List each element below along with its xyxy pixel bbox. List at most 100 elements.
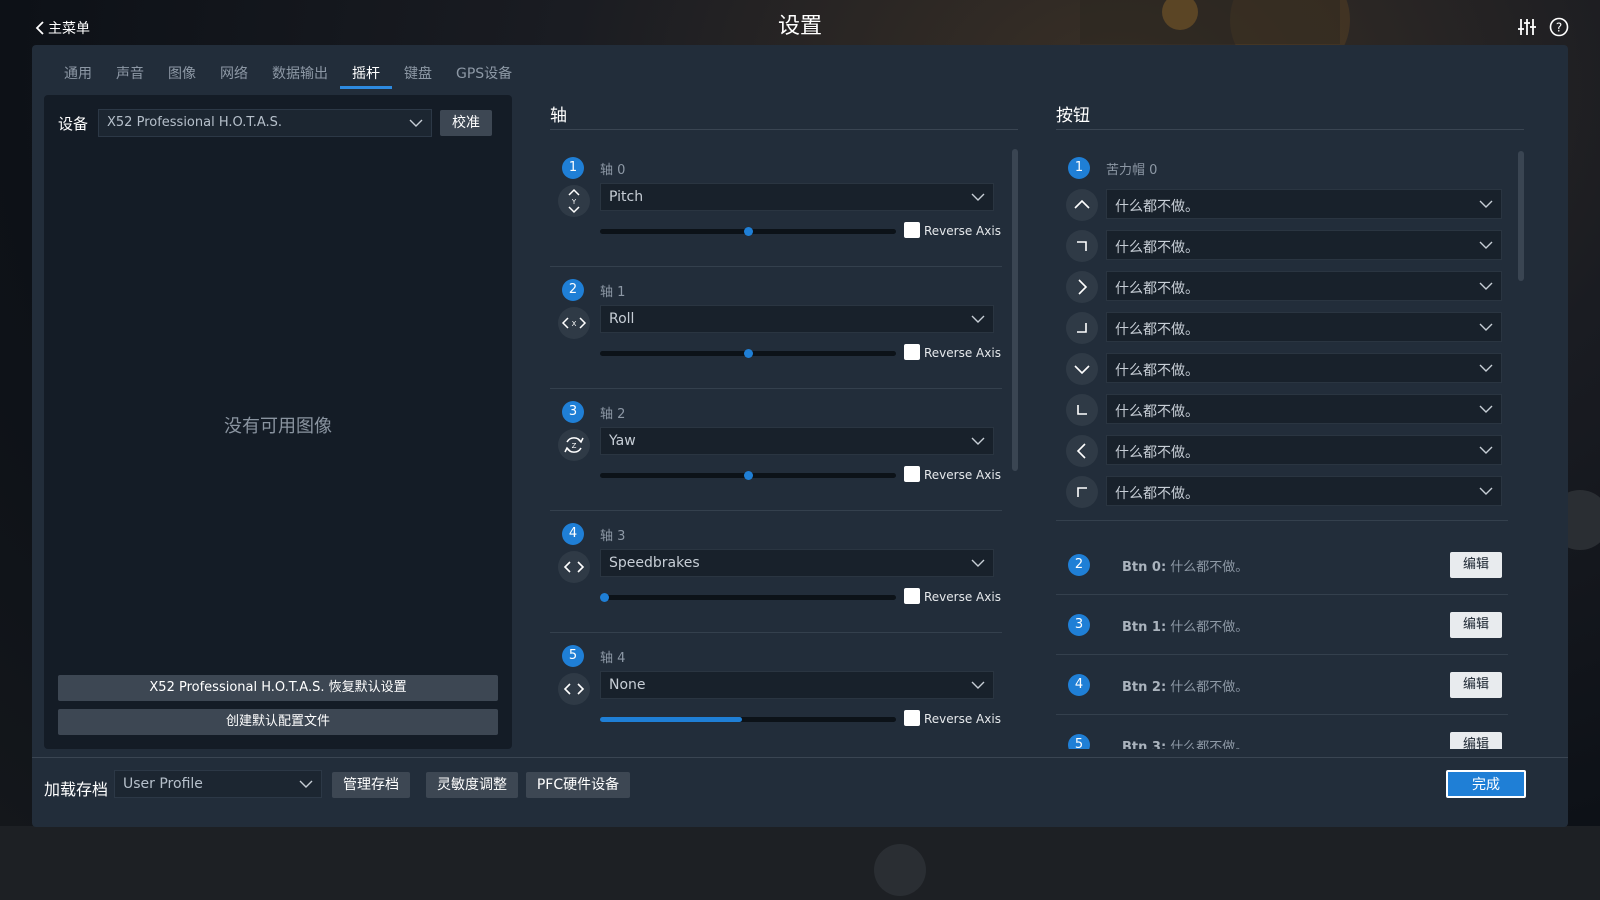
axis-position-fill: [600, 717, 742, 722]
tab-general[interactable]: 通用: [52, 57, 104, 87]
button-mapping-text: Btn 0: 什么都不做。: [1122, 556, 1248, 575]
hat-action-select[interactable]: 什么都不做。: [1106, 353, 1502, 383]
axis-scrollbar[interactable]: [1012, 149, 1018, 471]
axis-position-indicator: [600, 593, 609, 602]
hat-action-value: 什么都不做。: [1115, 363, 1199, 379]
pfc-hardware-button[interactable]: PFC硬件设备: [526, 772, 630, 798]
hat-action-select[interactable]: 什么都不做。: [1106, 312, 1502, 342]
profile-select[interactable]: User Profile: [114, 770, 322, 798]
hat-action-value: 什么都不做。: [1115, 281, 1199, 297]
tab-gps-device[interactable]: GPS设备: [444, 57, 524, 87]
chevron-down-icon: [1479, 487, 1493, 495]
button-action: 什么都不做。: [1170, 680, 1249, 695]
chevron-down-icon: [1479, 446, 1493, 454]
button-mapping-row: 2 Btn 0: 什么都不做。 编辑: [1056, 535, 1508, 595]
reverse-axis-checkbox[interactable]: [904, 466, 920, 482]
tab-network[interactable]: 网络: [208, 57, 260, 87]
sensitivity-button[interactable]: 灵敏度调整: [426, 772, 518, 798]
hat-action-select[interactable]: 什么都不做。: [1106, 230, 1502, 260]
hat-switch-group: 1 苦力帽 0 什么都不做。 什么都不做。 什么都不做。 什么都不做。 什么都不…: [1056, 145, 1508, 521]
axis-assignment-select[interactable]: None: [600, 671, 994, 699]
create-default-profile-button[interactable]: 创建默认配置文件: [58, 709, 498, 735]
edit-button[interactable]: 编辑: [1450, 552, 1502, 578]
reverse-axis-checkbox[interactable]: [904, 222, 920, 238]
hat-downright-icon: [1066, 312, 1098, 344]
hat-direction-row: 什么都不做。: [1056, 353, 1508, 385]
edit-button[interactable]: 编辑: [1450, 672, 1502, 698]
done-button[interactable]: 完成: [1446, 770, 1526, 798]
button-mapping-row: 5 Btn 3: 什么都不做。 编辑: [1056, 715, 1508, 749]
axis-assignment-select[interactable]: Roll: [600, 305, 994, 333]
axis-item: 2 轴 1 X Roll Reverse Axis: [550, 267, 1002, 389]
settings-panel: 通用 声音 图像 网络 数据输出 摇杆 键盘 GPS设备 设备 X52 Prof…: [32, 45, 1568, 827]
button-action: 什么都不做。: [1170, 740, 1249, 749]
hat-direction-row: 什么都不做。: [1056, 394, 1508, 426]
tab-graphics[interactable]: 图像: [156, 57, 208, 87]
chevron-down-icon: [1479, 364, 1493, 372]
tab-sound[interactable]: 声音: [104, 57, 156, 87]
svg-text:Y: Y: [571, 198, 577, 206]
axis-position-indicator: [744, 349, 753, 358]
axis-number-badge: 3: [562, 401, 584, 423]
axis-assignment-value: Roll: [609, 311, 635, 327]
top-icons: ?: [1516, 16, 1570, 38]
button-list: 2 Btn 0: 什么都不做。 编辑 3 Btn 1: 什么都不做。 编辑 4 …: [1056, 535, 1508, 749]
tab-bar: 通用 声音 图像 网络 数据输出 摇杆 键盘 GPS设备: [52, 57, 524, 89]
axis-position-slider[interactable]: [600, 349, 896, 358]
axis-name: 轴 0: [600, 163, 626, 178]
hat-action-value: 什么都不做。: [1115, 486, 1199, 502]
hat-upright-icon: [1066, 230, 1098, 262]
axis-position-slider[interactable]: [600, 471, 896, 480]
sliders-icon[interactable]: [1516, 16, 1538, 38]
help-icon[interactable]: ?: [1548, 16, 1570, 38]
edit-button[interactable]: 编辑: [1450, 732, 1502, 749]
updown-arrows-icon: Y: [558, 185, 590, 217]
axis-assignment-select[interactable]: Pitch: [600, 183, 994, 211]
manage-profiles-button[interactable]: 管理存档: [332, 772, 410, 798]
device-selected-value: X52 Professional H.O.T.A.S.: [107, 115, 283, 130]
axis-item: 5 轴 4 None Reverse Axis: [550, 633, 1002, 749]
reverse-axis-label: Reverse Axis: [924, 346, 1001, 360]
profile-selected-value: User Profile: [123, 776, 203, 792]
device-panel: 设备 X52 Professional H.O.T.A.S. 校准 没有可用图像…: [44, 95, 512, 749]
axis-position-slider[interactable]: [600, 227, 896, 236]
hat-action-value: 什么都不做。: [1115, 240, 1199, 256]
hat-action-select[interactable]: 什么都不做。: [1106, 394, 1502, 424]
axis-number-badge: 4: [562, 523, 584, 545]
device-label: 设备: [58, 115, 89, 133]
hat-direction-row: 什么都不做。: [1056, 312, 1508, 344]
axis-position-slider[interactable]: [600, 593, 896, 602]
buttons-scrollbar[interactable]: [1518, 151, 1524, 281]
tab-joystick[interactable]: 摇杆: [340, 57, 392, 89]
button-mapping-text: Btn 2: 什么都不做。: [1122, 676, 1248, 695]
button-number-badge: 2: [1068, 554, 1090, 576]
tab-data-output[interactable]: 数据输出: [260, 57, 340, 87]
page-title: 设置: [777, 14, 822, 39]
axis-assignment-select[interactable]: Yaw: [600, 427, 994, 455]
hat-action-select[interactable]: 什么都不做。: [1106, 271, 1502, 301]
axis-assignment-select[interactable]: Speedbrakes: [600, 549, 994, 577]
button-name: Btn 0:: [1122, 560, 1167, 575]
hat-upleft-icon: [1066, 476, 1098, 508]
hat-action-select[interactable]: 什么都不做。: [1106, 189, 1502, 219]
buttons-section-title: 按钮: [1056, 106, 1090, 126]
reverse-axis-checkbox[interactable]: [904, 344, 920, 360]
axis-number-badge: 1: [562, 157, 584, 179]
hat-action-select[interactable]: 什么都不做。: [1106, 435, 1502, 465]
hat-action-value: 什么都不做。: [1115, 199, 1199, 215]
axis-column: 轴 1 轴 0 Y Pitch Reverse Axis 2 轴 1 X Rol…: [550, 95, 1022, 749]
reverse-axis-checkbox[interactable]: [904, 588, 920, 604]
button-name: Btn 1:: [1122, 620, 1167, 635]
reverse-axis-checkbox[interactable]: [904, 710, 920, 726]
hat-action-select[interactable]: 什么都不做。: [1106, 476, 1502, 506]
axis-position-slider[interactable]: [600, 717, 896, 722]
reverse-axis-label: Reverse Axis: [924, 468, 1001, 482]
device-select[interactable]: X52 Professional H.O.T.A.S.: [98, 109, 432, 137]
svg-text:X: X: [572, 320, 577, 328]
calibrate-button[interactable]: 校准: [440, 110, 492, 136]
reverse-axis-label: Reverse Axis: [924, 590, 1001, 604]
chevron-down-icon: [971, 193, 985, 201]
edit-button[interactable]: 编辑: [1450, 612, 1502, 638]
tab-keyboard[interactable]: 键盘: [392, 57, 444, 87]
reset-defaults-button[interactable]: X52 Professional H.O.T.A.S. 恢复默认设置: [58, 675, 498, 701]
